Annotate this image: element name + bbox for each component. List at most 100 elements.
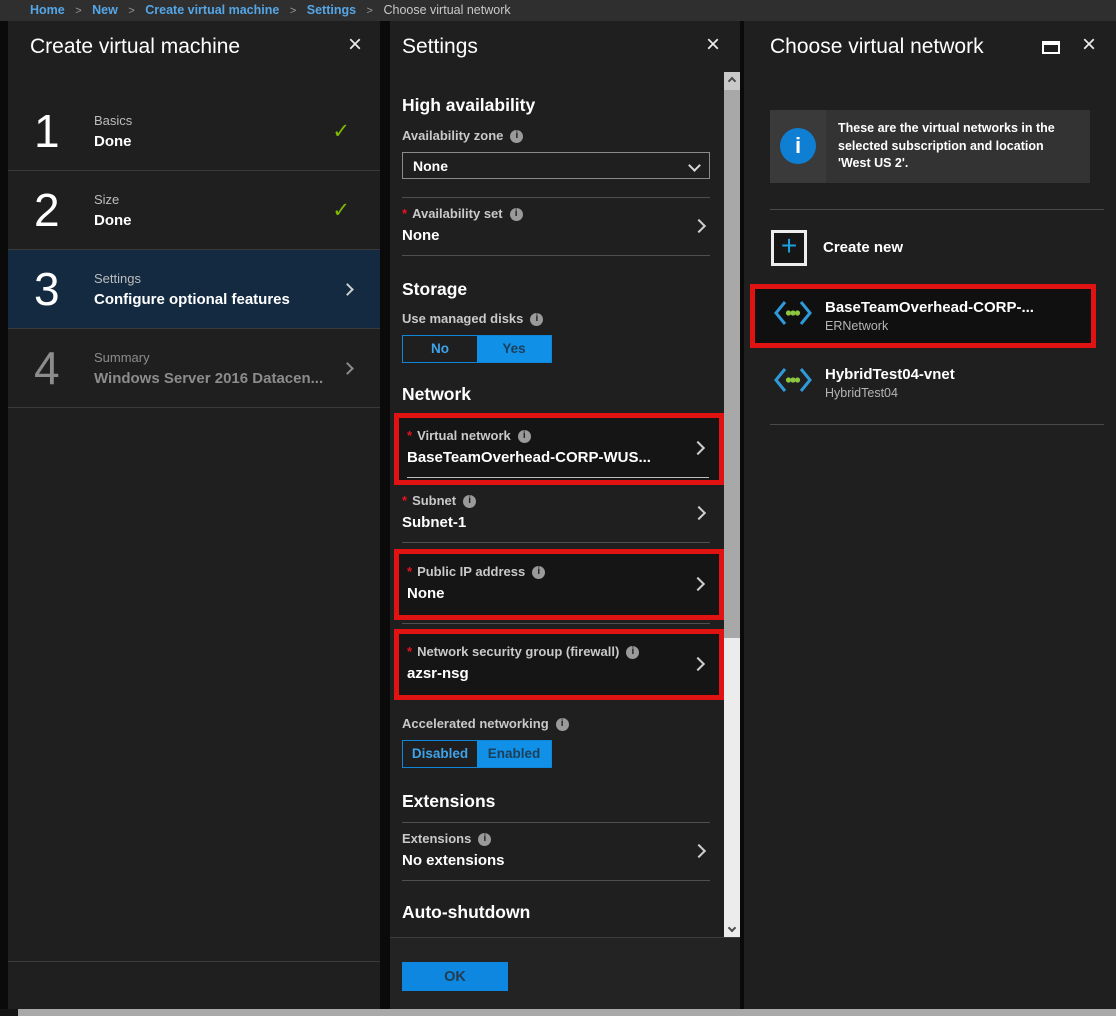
horizontal-scrollbar-thumb[interactable] xyxy=(18,1009,1116,1016)
step-sublabel: Configure optional features xyxy=(94,291,290,308)
highlight-box-vnet-item: BaseTeamOverhead-CORP-... ERNetwork xyxy=(750,284,1096,348)
blade-footer-divider xyxy=(8,961,380,962)
chevron-right-icon xyxy=(692,505,706,519)
azure-portal-screen: Home > New > Create virtual machine > Se… xyxy=(0,0,1116,1016)
extensions-heading: Extensions xyxy=(402,790,710,812)
step-sublabel: Windows Server 2016 Datacen... xyxy=(94,370,323,387)
breadcrumb-separator: > xyxy=(121,5,141,17)
label-text: Availability zone xyxy=(402,128,503,144)
chevron-down-icon xyxy=(688,159,701,172)
virtual-network-icon xyxy=(771,299,815,332)
close-icon[interactable]: × xyxy=(706,33,720,57)
breadcrumb-settings[interactable]: Settings xyxy=(307,3,356,17)
vnet-name: BaseTeamOverhead-CORP-... xyxy=(825,299,1034,316)
scroll-down-button[interactable] xyxy=(724,919,740,937)
create-new-label: Create new xyxy=(823,239,903,256)
step-basics[interactable]: 1 Basics Done ✓ xyxy=(8,92,380,170)
blade-settings-title: Settings xyxy=(402,35,478,59)
breadcrumb-new[interactable]: New xyxy=(92,3,118,17)
vnet-name: HybridTest04-vnet xyxy=(825,366,955,383)
availability-zone-select[interactable]: None xyxy=(402,152,710,179)
required-marker: * xyxy=(407,428,412,444)
blade-create-vm-header: Create virtual machine × xyxy=(8,21,380,72)
highlight-box-nsg: * Network security group (firewall) i az… xyxy=(394,629,724,700)
step-label: Summary xyxy=(94,350,323,365)
step-sublabel: Done xyxy=(94,133,132,150)
accelerated-networking-toggle[interactable]: Disabled Enabled xyxy=(402,740,552,768)
step-settings[interactable]: 3 Settings Configure optional features xyxy=(8,249,380,328)
step-number: 4 xyxy=(34,344,80,392)
breadcrumb-separator: > xyxy=(68,5,88,17)
info-icon[interactable]: i xyxy=(463,495,476,508)
maximize-icon[interactable] xyxy=(1042,41,1060,54)
chevron-right-icon xyxy=(341,362,354,375)
public-ip-field[interactable]: * Public IP address i None xyxy=(407,556,709,613)
close-icon[interactable]: × xyxy=(348,33,362,57)
info-icon[interactable]: i xyxy=(478,833,491,846)
field-value: Subnet-1 xyxy=(402,514,686,532)
chevron-right-icon xyxy=(691,576,705,590)
high-availability-heading: High availability xyxy=(402,94,710,116)
extensions-field[interactable]: Extensions i No extensions xyxy=(402,823,710,881)
info-banner-icon-cell: i xyxy=(770,110,826,183)
step-sublabel: Done xyxy=(94,212,132,229)
info-icon[interactable]: i xyxy=(556,718,569,731)
check-icon: ✓ xyxy=(332,198,350,222)
storage-heading: Storage xyxy=(402,278,710,300)
info-icon[interactable]: i xyxy=(532,566,545,579)
accelerated-networking-label: Accelerated networking i xyxy=(402,716,710,732)
step-number: 2 xyxy=(34,186,80,234)
info-icon[interactable]: i xyxy=(530,313,543,326)
chevron-right-icon xyxy=(692,218,706,232)
step-size[interactable]: 2 Size Done ✓ xyxy=(8,170,380,249)
horizontal-scrollbar[interactable] xyxy=(0,1009,1116,1016)
vnet-item-hybridtest04[interactable]: HybridTest04-vnet HybridTest04 xyxy=(744,356,1116,410)
breadcrumb-separator: > xyxy=(283,5,303,17)
breadcrumb-create-vm[interactable]: Create virtual machine xyxy=(145,3,279,17)
blade-choose-vnet-header: Choose virtual network × xyxy=(744,21,1116,72)
settings-scrollbar[interactable] xyxy=(724,72,740,937)
info-icon[interactable]: i xyxy=(510,208,523,221)
required-marker: * xyxy=(402,206,407,222)
toggle-option-disabled[interactable]: Disabled xyxy=(403,741,477,767)
virtual-network-field[interactable]: * Virtual network i BaseTeamOverhead-COR… xyxy=(407,420,709,478)
wizard-steps: 1 Basics Done ✓ 2 Size Done ✓ 3 Settings xyxy=(8,92,380,408)
label-text: Subnet xyxy=(412,493,456,509)
use-managed-disks-toggle[interactable]: No Yes xyxy=(402,335,552,363)
plus-glyph: + xyxy=(781,232,797,260)
availability-set-field[interactable]: * Availability set i None xyxy=(402,198,710,256)
settings-scroll-area: High availability Availability zone i No… xyxy=(390,72,724,937)
network-heading: Network xyxy=(402,383,710,405)
required-marker: * xyxy=(402,493,407,509)
chevron-right-icon xyxy=(691,440,705,454)
create-new-vnet-button[interactable]: + Create new xyxy=(771,222,1104,274)
info-icon[interactable]: i xyxy=(518,430,531,443)
step-label: Basics xyxy=(94,113,132,128)
network-security-group-field[interactable]: * Network security group (firewall) i az… xyxy=(407,636,709,693)
label-text: Availability set xyxy=(412,206,503,222)
toggle-option-enabled[interactable]: Enabled xyxy=(477,741,551,767)
chevron-up-icon xyxy=(728,77,736,85)
step-summary[interactable]: 4 Summary Windows Server 2016 Datacen... xyxy=(8,328,380,407)
scrollbar-thumb[interactable] xyxy=(724,90,740,638)
info-icon[interactable]: i xyxy=(510,130,523,143)
chevron-right-icon xyxy=(692,843,706,857)
field-value: No extensions xyxy=(402,852,686,870)
breadcrumb-home[interactable]: Home xyxy=(30,3,65,17)
required-marker: * xyxy=(407,564,412,580)
toggle-option-no[interactable]: No xyxy=(403,336,477,362)
label-text: Use managed disks xyxy=(402,311,523,327)
close-icon[interactable]: × xyxy=(1082,33,1096,57)
plus-icon: + xyxy=(771,230,807,266)
vnet-item-baseteamoverhead[interactable]: BaseTeamOverhead-CORP-... ERNetwork xyxy=(755,289,1091,343)
ok-button[interactable]: OK xyxy=(402,962,508,991)
use-managed-disks-label: Use managed disks i xyxy=(402,311,710,327)
divider xyxy=(770,209,1104,210)
info-banner-text: These are the virtual networks in the se… xyxy=(826,110,1090,183)
info-banner: i These are the virtual networks in the … xyxy=(770,110,1090,183)
toggle-option-yes[interactable]: Yes xyxy=(477,336,551,362)
info-icon[interactable]: i xyxy=(626,646,639,659)
highlight-box-virtual-network: * Virtual network i BaseTeamOverhead-COR… xyxy=(394,413,724,485)
subnet-field[interactable]: * Subnet i Subnet-1 xyxy=(402,485,710,543)
scroll-up-button[interactable] xyxy=(724,72,740,90)
